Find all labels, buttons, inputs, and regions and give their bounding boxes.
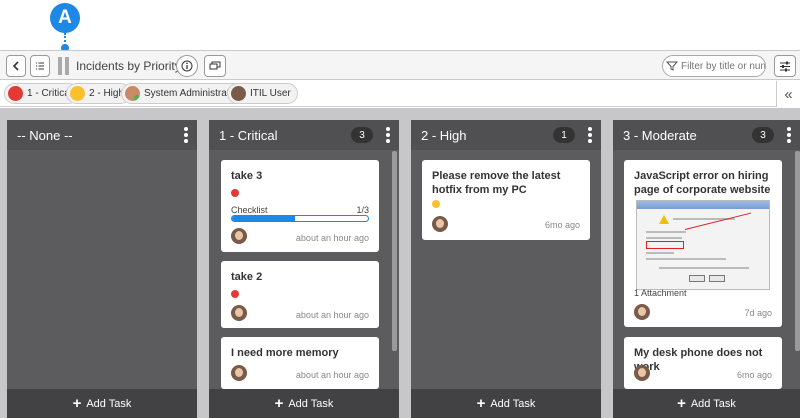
list-view-button[interactable] bbox=[30, 55, 50, 77]
lane-header: 1 - Critical 3 bbox=[209, 120, 399, 150]
priority-dot bbox=[231, 189, 239, 197]
lane-critical: 1 - Critical 3 take 3 Checklist 1/3 abou… bbox=[209, 120, 399, 418]
add-task-label: Add Task bbox=[86, 397, 132, 410]
card-timestamp: about an hour ago bbox=[295, 233, 369, 243]
avatar bbox=[125, 86, 140, 101]
assignee-avatar bbox=[231, 305, 247, 321]
collapse-panel-button[interactable]: « bbox=[776, 81, 800, 107]
lane-none: -- None -- + Add Task bbox=[7, 120, 197, 418]
board-title: Incidents by Priority bbox=[76, 59, 181, 73]
task-card[interactable]: JavaScript error on hiring page of corpo… bbox=[624, 160, 782, 327]
chip-label: ITIL User bbox=[250, 88, 291, 99]
priority-critical-dot bbox=[8, 86, 23, 101]
task-card[interactable]: My desk phone does not work 6mo ago bbox=[624, 337, 782, 389]
priority-dot bbox=[231, 290, 239, 298]
copy-board-button[interactable] bbox=[204, 55, 226, 77]
lane-count-badge: 3 bbox=[351, 127, 373, 143]
add-task-button[interactable]: + Add Task bbox=[411, 389, 601, 418]
task-card[interactable]: Please remove the latest hotfix from my … bbox=[422, 160, 590, 240]
assignee-avatar bbox=[634, 304, 650, 320]
back-button[interactable] bbox=[6, 55, 26, 77]
lane-scrollbar[interactable] bbox=[795, 151, 800, 351]
card-timestamp: about an hour ago bbox=[295, 310, 369, 320]
filter-icon bbox=[665, 61, 679, 71]
chip-label: System Administrator bbox=[144, 88, 239, 99]
board-settings-button[interactable] bbox=[774, 55, 796, 77]
assignee-avatar bbox=[231, 228, 247, 244]
checklist-progress-bar bbox=[231, 215, 369, 222]
card-title: take 3 bbox=[231, 170, 263, 182]
plus-icon: + bbox=[72, 395, 82, 412]
attachment-count: 1 Attachment bbox=[634, 288, 687, 298]
plus-icon: + bbox=[476, 395, 486, 412]
filter-search-box[interactable] bbox=[662, 55, 766, 77]
checklist-label: Checklist bbox=[231, 205, 268, 215]
assignee-avatar bbox=[432, 216, 448, 232]
lane-menu-icon[interactable] bbox=[184, 127, 188, 143]
lane-moderate: 3 - Moderate 3 JavaScript error on hirin… bbox=[613, 120, 800, 418]
task-card[interactable]: take 2 about an hour ago bbox=[221, 261, 379, 328]
lane-title: 1 - Critical bbox=[219, 128, 278, 143]
sliders-icon bbox=[780, 61, 790, 71]
attachment-thumbnail[interactable] bbox=[636, 200, 770, 290]
chevron-left-icon bbox=[12, 61, 19, 71]
info-icon bbox=[181, 60, 193, 72]
priority-high-dot bbox=[70, 86, 85, 101]
task-card[interactable]: I need more memory about an hour ago bbox=[221, 337, 379, 389]
add-task-label: Add Task bbox=[490, 397, 536, 410]
info-button[interactable] bbox=[176, 55, 198, 77]
avatar bbox=[231, 86, 246, 101]
chip-label: 2 - High bbox=[89, 88, 125, 99]
add-task-button[interactable]: + Add Task bbox=[209, 389, 399, 418]
plus-icon: + bbox=[274, 395, 284, 412]
assignee-avatar bbox=[634, 365, 650, 381]
callout-marker-a: A bbox=[50, 3, 80, 33]
card-title: Please remove the latest hotfix from my … bbox=[432, 170, 561, 196]
checklist-count: 1/3 bbox=[356, 205, 369, 215]
lane-header: -- None -- bbox=[7, 120, 197, 150]
double-chevron-left-icon: « bbox=[784, 85, 793, 103]
add-task-label: Add Task bbox=[690, 397, 736, 410]
lane-menu-icon[interactable] bbox=[787, 127, 791, 143]
list-icon bbox=[36, 62, 44, 70]
lane-title: 2 - High bbox=[421, 128, 467, 143]
card-title: take 2 bbox=[231, 271, 263, 283]
lane-menu-icon[interactable] bbox=[386, 127, 390, 143]
assignee-avatar bbox=[231, 365, 247, 381]
board-toolbar: Incidents by Priority bbox=[0, 50, 800, 80]
card-timestamp: 6mo ago bbox=[544, 220, 580, 230]
priority-dot bbox=[432, 200, 440, 208]
lane-menu-icon[interactable] bbox=[588, 127, 592, 143]
card-timestamp: 7d ago bbox=[744, 308, 772, 318]
filter-chip-itil-user[interactable]: ITIL User bbox=[227, 83, 298, 104]
add-task-button[interactable]: + Add Task bbox=[613, 389, 800, 418]
kanban-board: -- None -- + Add Task 1 - Critical 3 take… bbox=[0, 108, 800, 418]
filter-input[interactable] bbox=[681, 60, 765, 72]
lane-scrollbar[interactable] bbox=[392, 151, 397, 351]
lane-title: 3 - Moderate bbox=[623, 128, 697, 143]
lane-header: 3 - Moderate 3 bbox=[613, 120, 800, 150]
lane-title: -- None -- bbox=[17, 128, 73, 143]
card-timestamp: 6mo ago bbox=[736, 370, 772, 380]
lane-high: 2 - High 1 Please remove the latest hotf… bbox=[411, 120, 601, 418]
lane-count-badge: 1 bbox=[553, 127, 575, 143]
task-card[interactable]: take 3 Checklist 1/3 about an hour ago bbox=[221, 160, 379, 252]
lane-header: 2 - High 1 bbox=[411, 120, 601, 150]
card-timestamp: about an hour ago bbox=[295, 370, 369, 380]
drag-handle-icon[interactable] bbox=[58, 57, 70, 75]
active-filter-bar: 1 - Critical 2 - High System Administrat… bbox=[0, 81, 800, 107]
card-title: JavaScript error on hiring page of corpo… bbox=[634, 170, 771, 196]
windows-icon bbox=[209, 61, 221, 70]
add-task-label: Add Task bbox=[288, 397, 334, 410]
checklist-progress-fill bbox=[232, 216, 295, 221]
lane-count-badge: 3 bbox=[752, 127, 774, 143]
add-task-button[interactable]: + Add Task bbox=[7, 389, 197, 418]
plus-icon: + bbox=[677, 395, 686, 412]
card-title: I need more memory bbox=[231, 347, 339, 359]
